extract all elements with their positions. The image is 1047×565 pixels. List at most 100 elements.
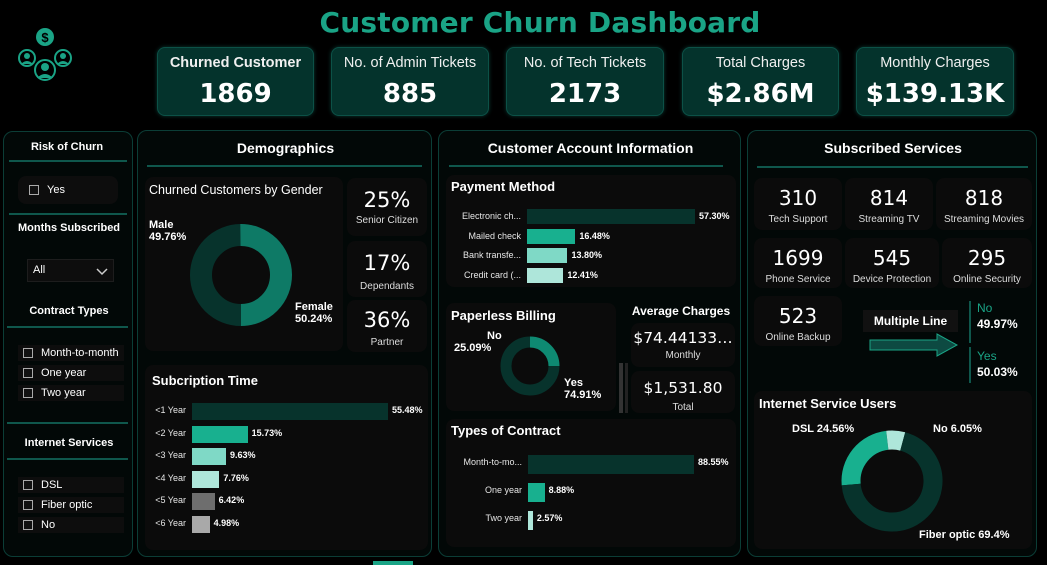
- gender-donut: [190, 224, 292, 326]
- bar-category-label: Month-to-mo...: [463, 457, 522, 467]
- dsl-slice: [841, 430, 889, 486]
- multiple-line-label: Multiple Line: [863, 310, 958, 332]
- demographics-title: Demographics: [236, 140, 335, 156]
- internet-services-label: Internet Services: [24, 437, 114, 449]
- bar-value-label: 4.98%: [213, 518, 240, 528]
- avg-monthly-label: Monthly: [665, 350, 701, 361]
- contract-options: Month-to-month One year Two year: [18, 345, 124, 401]
- service-label: Online Backup: [765, 332, 831, 343]
- payment-method-title: Payment Method: [451, 179, 556, 194]
- divider: [7, 458, 128, 460]
- internet-options: DSL Fiber optic No: [18, 477, 124, 533]
- service-online-security: 295 Online Security: [942, 238, 1032, 288]
- avg-monthly-card: $74.44133… Monthly: [631, 323, 735, 367]
- months-dropdown[interactable]: All: [27, 259, 114, 282]
- divider: [449, 165, 723, 167]
- risk-of-churn-label: Risk of Churn: [30, 141, 104, 153]
- kpi-value: $2.86M: [706, 79, 815, 109]
- bar: [192, 493, 215, 511]
- bar-value-label: 15.73%: [251, 427, 283, 438]
- service-label: Tech Support: [768, 214, 828, 225]
- stat-senior-citizen: 25% Senior Citizen: [347, 178, 427, 236]
- no-internet-slice: [886, 430, 906, 451]
- fiber-label: Fiber optic 69.4%: [919, 529, 1010, 541]
- bar-category-label: <2 Year: [155, 427, 186, 438]
- avg-total-value: $1,531.80: [643, 379, 723, 397]
- divider: [7, 326, 128, 328]
- checkbox[interactable]: [23, 520, 33, 530]
- checkbox[interactable]: [23, 500, 33, 510]
- no-internet-label: No 6.05%: [933, 423, 982, 435]
- arrow-right-icon: [869, 333, 959, 357]
- bar-value-label: 8.88%: [548, 485, 575, 495]
- female-slice: [239, 224, 292, 326]
- kpi-churned-customer: Churned Customer 1869: [157, 47, 314, 116]
- checkbox[interactable]: [23, 368, 33, 378]
- ml-yes-label: Yes: [977, 349, 997, 363]
- dashboard-title: Customer Churn Dashboard: [319, 6, 761, 39]
- internet-donut: [841, 430, 943, 532]
- internet-option-no[interactable]: No: [18, 517, 124, 533]
- average-charges-title: Average Charges: [631, 304, 731, 318]
- kpi-total-charges: Total Charges $2.86M: [682, 47, 839, 116]
- contract-chart: Month-to-mo... 88.55% One year 8.88% Two yea…: [446, 455, 736, 545]
- bar: [527, 267, 564, 283]
- bar: [528, 483, 545, 502]
- customers-money-icon: $: [15, 26, 75, 82]
- divider: [147, 165, 422, 167]
- stat-label: Dependants: [360, 281, 414, 292]
- divider: [7, 422, 128, 424]
- bar-category-label: <4 Year: [155, 472, 186, 483]
- checkbox[interactable]: [29, 185, 39, 195]
- chevron-down-icon: [96, 268, 108, 276]
- bar-category-label: Credit card (...: [463, 269, 521, 280]
- svg-text:$: $: [41, 30, 49, 45]
- service-label: Phone Service: [765, 274, 831, 285]
- stat-dependants: 17% Dependants: [347, 241, 427, 297]
- ml-no-pct: 49.97%: [977, 317, 1018, 331]
- paperless-no-label: No 25.09%: [454, 330, 502, 354]
- kpi-label: Total Charges: [715, 55, 806, 71]
- service-streaming-tv: 814 Streaming TV: [845, 178, 933, 230]
- bar: [528, 511, 533, 530]
- service-tech-support: 310 Tech Support: [754, 178, 842, 230]
- bar-category-label: Mailed check: [468, 230, 521, 241]
- page-tab-indicator[interactable]: [373, 561, 413, 565]
- stat-value: 17%: [363, 251, 411, 275]
- ml-no-label: No: [977, 301, 993, 315]
- risk-yes-option[interactable]: Yes: [18, 176, 118, 204]
- payment-method-chart: Electronic ch... 57.30% Mailed check 16.48%…: [446, 207, 736, 285]
- contract-option-month[interactable]: Month-to-month: [18, 345, 124, 361]
- kpi-label: No. of Tech Tickets: [523, 55, 647, 71]
- bar-category-label: Electronic ch...: [461, 211, 521, 221]
- service-value: 295: [967, 246, 1007, 270]
- kpi-label: Monthly Charges: [880, 55, 990, 71]
- checkbox[interactable]: [23, 348, 33, 358]
- internet-users-title: Internet Service Users: [759, 396, 897, 411]
- bar-category-label: Two year: [485, 513, 522, 523]
- bar: [527, 228, 576, 244]
- kpi-label: No. of Admin Tickets: [343, 55, 477, 71]
- internet-option-fiber[interactable]: Fiber optic: [18, 497, 124, 513]
- bar-value-label: 88.55%: [698, 457, 729, 467]
- kpi-value: 2173: [548, 79, 622, 109]
- paperless-yes-label: Yes 74.91%: [564, 377, 602, 401]
- stat-partner: 36% Partner: [347, 300, 427, 352]
- kpi-label: Churned Customer: [169, 55, 302, 71]
- contract-types-label: Contract Types: [29, 305, 109, 317]
- payment-method-card: Payment Method Electronic ch... 57.30% Mai…: [446, 175, 736, 287]
- kpi-value: 1869: [199, 79, 272, 109]
- checkbox[interactable]: [23, 480, 33, 490]
- scrollbar[interactable]: [619, 363, 623, 413]
- contract-option-one-year[interactable]: One year: [18, 365, 124, 381]
- bar: [527, 248, 568, 263]
- contract-option-two-year[interactable]: Two year: [18, 385, 124, 401]
- gender-chart-title: Churned Customers by Gender: [149, 183, 323, 197]
- filter-panel: Risk of Churn Yes Months Subscribed All …: [3, 131, 133, 557]
- stat-value: 25%: [363, 188, 411, 212]
- account-title: Customer Account Information: [487, 140, 694, 156]
- internet-option-dsl[interactable]: DSL: [18, 477, 124, 493]
- avg-monthly-value: $74.44133…: [633, 329, 733, 347]
- checkbox[interactable]: [23, 388, 33, 398]
- services-panel: Subscribed Services 310 Tech Support 814…: [747, 130, 1037, 557]
